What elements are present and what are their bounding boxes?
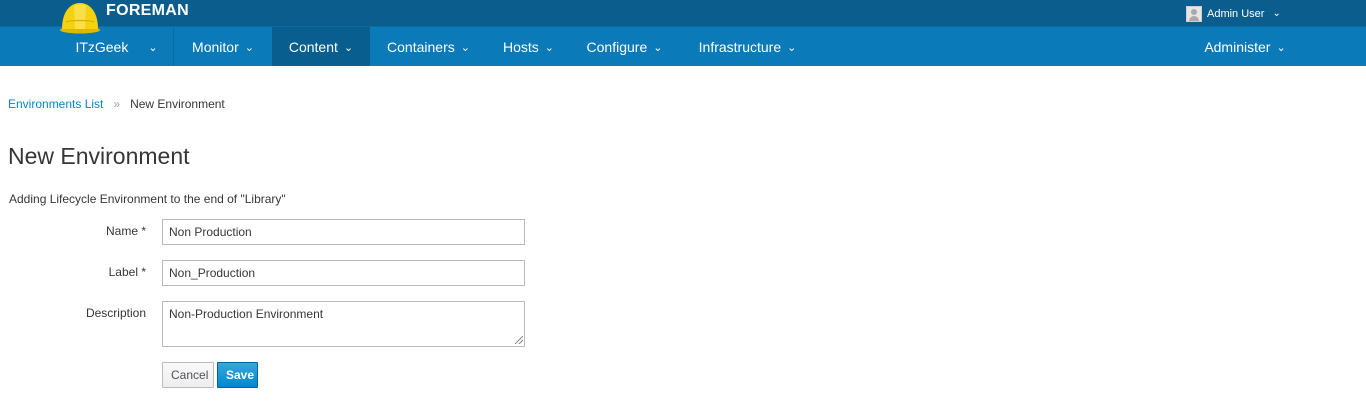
nav-containers-label: Containers [387,38,455,55]
nav-content[interactable]: Content ⌄ [272,27,370,66]
intro-text: Adding Lifecycle Environment to the end … [9,192,286,206]
chevron-down-icon: ⌄ [148,42,158,54]
top-bar: FOREMAN Admin User ⌄ [0,0,1366,34]
chevron-down-icon: ⌄ [653,42,663,54]
chevron-down-icon: ⌄ [343,42,354,54]
name-field[interactable] [162,219,525,245]
description-label: Description [85,306,146,320]
description-field[interactable]: Non-Production Environment [162,301,525,347]
nav-administer-label: Administer [1204,38,1271,55]
user-avatar-icon [1186,6,1202,22]
label-field[interactable] [162,260,525,286]
save-button[interactable]: Save [217,362,258,388]
nav-content-label: Content [288,38,338,55]
textarea-resize-handle[interactable] [515,336,523,344]
chevron-down-icon: ⌄ [544,42,554,54]
nav-monitor[interactable]: Monitor ⌄ [174,27,272,66]
chevron-down-icon: ⌄ [1272,7,1281,19]
chevron-down-icon: ⌄ [1276,42,1286,54]
nav-administer[interactable]: Administer ⌄ [1190,27,1300,66]
user-menu[interactable]: Admin User ⌄ [1186,6,1281,22]
nav-containers[interactable]: Containers ⌄ [370,27,487,66]
breadcrumb-current: New Environment [130,97,225,111]
label-label: Label * [108,265,146,279]
nav-configure[interactable]: Configure ⌄ [570,27,679,66]
brand-name[interactable]: FOREMAN [106,2,189,20]
chevron-down-icon: ⌄ [787,42,797,54]
main-nav: ITzGeek ⌄ Monitor ⌄ Content ⌄ Containers… [0,27,1366,66]
page-title: New Environment [8,143,190,169]
nav-monitor-label: Monitor [192,38,239,55]
breadcrumb-environments-list[interactable]: Environments List [8,97,103,111]
org-label: ITzGeek [75,38,129,55]
chevron-down-icon: ⌄ [460,42,470,54]
nav-infrastructure-label: Infrastructure [698,38,782,55]
cancel-button[interactable]: Cancel [162,362,214,388]
breadcrumb-separator: » [113,97,121,111]
name-label: Name * [105,224,146,238]
nav-infrastructure[interactable]: Infrastructure ⌄ [679,27,816,66]
breadcrumb: Environments List » New Environment [8,97,225,111]
nav-hosts[interactable]: Hosts ⌄ [487,27,570,66]
nav-hosts-label: Hosts [502,38,539,55]
user-menu-label: Admin User [1207,8,1265,20]
chevron-down-icon: ⌄ [244,42,254,54]
foreman-helmet-logo[interactable] [60,0,102,34]
nav-configure-label: Configure [586,38,648,55]
